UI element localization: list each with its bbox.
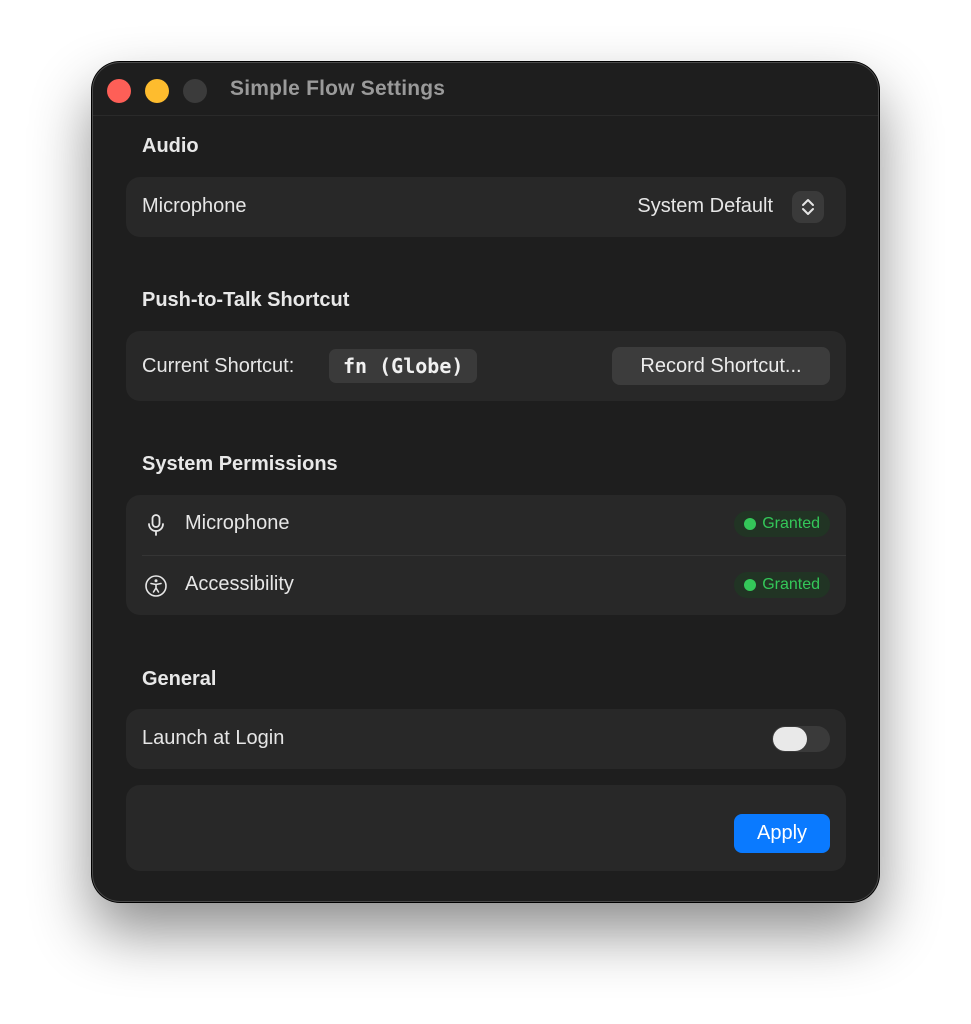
audio-section-title: Audio — [142, 135, 199, 157]
settings-window: Simple Flow Settings Audio Microphone Sy… — [92, 62, 879, 902]
microphone-select-label: Microphone — [142, 195, 247, 217]
launch-at-login-toggle[interactable] — [772, 726, 830, 752]
audio-card: Microphone System Default — [126, 177, 846, 237]
general-card: Launch at Login — [126, 709, 846, 769]
minimize-button[interactable] — [145, 79, 169, 103]
status-badge: Granted — [734, 572, 830, 598]
microphone-select-button[interactable] — [792, 191, 824, 223]
window-title: Simple Flow Settings — [230, 77, 446, 100]
permission-label: Accessibility — [185, 573, 294, 595]
shortcut-card: Current Shortcut: fn (Globe) Record Shor… — [126, 331, 846, 401]
microphone-icon — [148, 514, 164, 536]
status-badge: Granted — [734, 511, 830, 537]
apply-button[interactable]: Apply — [734, 814, 830, 853]
permissions-card: Microphone Granted Accessibility Granted — [126, 495, 846, 615]
shortcut-section-title: Push-to-Talk Shortcut — [142, 289, 350, 311]
current-shortcut-label: Current Shortcut: — [142, 355, 295, 377]
footer-card: Apply — [126, 785, 846, 871]
status-text: Granted — [762, 515, 820, 532]
permission-label: Microphone — [185, 512, 290, 534]
current-shortcut-value: fn (Globe) — [329, 349, 478, 383]
accessibility-icon — [145, 575, 167, 597]
launch-at-login-label: Launch at Login — [142, 727, 285, 749]
chevron-up-down-icon — [802, 199, 814, 215]
permissions-section-title: System Permissions — [142, 453, 338, 475]
toggle-knob — [773, 727, 807, 751]
close-button[interactable] — [107, 79, 131, 103]
microphone-select-value[interactable]: System Default — [637, 195, 773, 218]
general-section-title: General — [142, 668, 217, 690]
zoom-button[interactable] — [183, 79, 207, 103]
title-bar: Simple Flow Settings — [93, 63, 878, 116]
status-dot-icon — [744, 579, 757, 591]
permission-row-accessibility: Accessibility Granted — [126, 556, 846, 616]
permission-row-microphone: Microphone Granted — [126, 495, 846, 556]
status-text: Granted — [762, 576, 820, 593]
status-dot-icon — [744, 518, 757, 530]
record-shortcut-button[interactable]: Record Shortcut... — [612, 347, 830, 385]
